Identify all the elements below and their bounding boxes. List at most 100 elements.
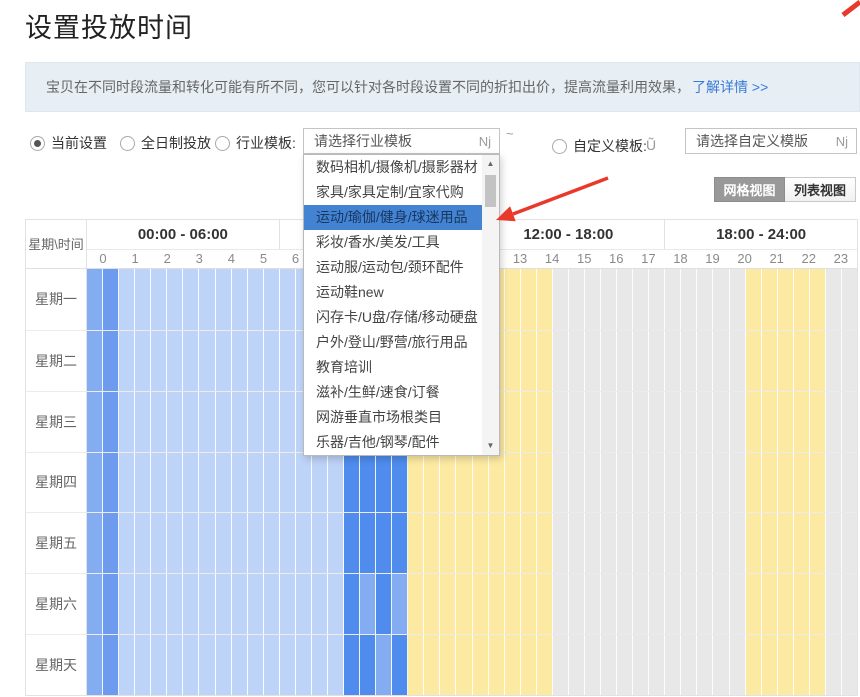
schedule-cell[interactable] (569, 574, 585, 634)
schedule-cell[interactable] (617, 574, 633, 634)
schedule-cell[interactable] (103, 269, 119, 330)
schedule-cell[interactable] (376, 453, 392, 513)
schedule-cell[interactable] (601, 513, 617, 573)
schedule-cell[interactable] (537, 574, 553, 634)
schedule-cell[interactable] (521, 574, 537, 634)
custom-template-select[interactable]: 请选择自定义模版 Nj (685, 128, 857, 154)
schedule-cell[interactable] (505, 453, 521, 513)
schedule-cell[interactable] (665, 392, 681, 452)
radio-icon[interactable] (552, 139, 567, 154)
schedule-cell[interactable] (713, 392, 729, 452)
schedule-cell[interactable] (681, 392, 697, 452)
schedule-cell[interactable] (216, 635, 232, 695)
schedule-cell[interactable] (135, 392, 151, 452)
schedule-cell[interactable] (633, 513, 649, 573)
schedule-cell[interactable] (633, 269, 649, 330)
schedule-cell[interactable] (633, 635, 649, 695)
schedule-cell[interactable] (440, 513, 456, 573)
dropdown-option[interactable]: 彩妆/香水/美发/工具 (304, 230, 482, 255)
schedule-cell[interactable] (312, 574, 328, 634)
dropdown-option[interactable]: 家具/家具定制/宜家代购 (304, 180, 482, 205)
scroll-down-icon[interactable]: ▼ (482, 437, 499, 455)
schedule-cell[interactable] (826, 269, 842, 330)
schedule-cell[interactable] (360, 574, 376, 634)
schedule-cell[interactable] (167, 574, 183, 634)
schedule-cell[interactable] (746, 453, 762, 513)
schedule-cell[interactable] (312, 513, 328, 573)
schedule-cell[interactable] (151, 392, 167, 452)
schedule-cell[interactable] (440, 453, 456, 513)
schedule-cell[interactable] (697, 513, 713, 573)
schedule-cell[interactable] (103, 574, 119, 634)
schedule-cell[interactable] (553, 392, 569, 452)
schedule-cell[interactable] (119, 269, 135, 330)
schedule-cell[interactable] (617, 269, 633, 330)
schedule-cell[interactable] (328, 574, 344, 634)
schedule-cell[interactable] (424, 635, 440, 695)
schedule-cell[interactable] (232, 574, 248, 634)
schedule-cell[interactable] (119, 331, 135, 391)
schedule-cell[interactable] (296, 635, 312, 695)
schedule-cell[interactable] (103, 635, 119, 695)
schedule-cell[interactable] (746, 331, 762, 391)
schedule-cell[interactable] (794, 574, 810, 634)
schedule-cell[interactable] (505, 635, 521, 695)
schedule-cell[interactable] (730, 453, 746, 513)
schedule-cell[interactable] (730, 269, 746, 330)
schedule-cell[interactable] (135, 635, 151, 695)
schedule-cell[interactable] (424, 513, 440, 573)
schedule-cell[interactable] (473, 513, 489, 573)
schedule-cell[interactable] (489, 513, 505, 573)
schedule-cell[interactable] (826, 513, 842, 573)
radio-icon[interactable] (120, 136, 135, 151)
schedule-cell[interactable] (826, 635, 842, 695)
schedule-cell[interactable] (392, 453, 408, 513)
schedule-cell[interactable] (826, 331, 842, 391)
schedule-cell[interactable] (730, 574, 746, 634)
schedule-cell[interactable] (183, 453, 199, 513)
schedule-cell[interactable] (553, 635, 569, 695)
schedule-cell[interactable] (232, 635, 248, 695)
schedule-cell[interactable] (569, 453, 585, 513)
schedule-cell[interactable] (617, 392, 633, 452)
schedule-cell[interactable] (264, 574, 280, 634)
schedule-cell[interactable] (167, 635, 183, 695)
schedule-cell[interactable] (681, 574, 697, 634)
schedule-cell[interactable] (151, 269, 167, 330)
schedule-cell[interactable] (87, 392, 103, 452)
schedule-cell[interactable] (681, 453, 697, 513)
schedule-cell[interactable] (216, 331, 232, 391)
schedule-cell[interactable] (778, 269, 794, 330)
schedule-cell[interactable] (344, 453, 360, 513)
schedule-cell[interactable] (248, 453, 264, 513)
schedule-cell[interactable] (601, 574, 617, 634)
schedule-cell[interactable] (280, 513, 296, 573)
schedule-cell[interactable] (569, 392, 585, 452)
schedule-cell[interactable] (794, 453, 810, 513)
schedule-cell[interactable] (360, 635, 376, 695)
schedule-cell[interactable] (151, 331, 167, 391)
schedule-cell[interactable] (119, 453, 135, 513)
schedule-cell[interactable] (585, 635, 601, 695)
schedule-cell[interactable] (633, 392, 649, 452)
schedule-cell[interactable] (585, 392, 601, 452)
schedule-cell[interactable] (199, 269, 215, 330)
list-view-button[interactable]: 列表视图 (785, 177, 856, 202)
schedule-cell[interactable] (151, 513, 167, 573)
schedule-cell[interactable] (440, 635, 456, 695)
radio-industry-template[interactable]: 行业模板: (215, 133, 296, 153)
schedule-cell[interactable] (119, 635, 135, 695)
schedule-cell[interactable] (681, 331, 697, 391)
schedule-cell[interactable] (697, 574, 713, 634)
schedule-cell[interactable] (135, 453, 151, 513)
schedule-cell[interactable] (489, 453, 505, 513)
schedule-cell[interactable] (778, 331, 794, 391)
schedule-cell[interactable] (730, 331, 746, 391)
schedule-cell[interactable] (746, 392, 762, 452)
schedule-cell[interactable] (585, 331, 601, 391)
schedule-cell[interactable] (713, 331, 729, 391)
schedule-cell[interactable] (87, 269, 103, 330)
schedule-cell[interactable] (842, 392, 857, 452)
schedule-cell[interactable] (713, 574, 729, 634)
schedule-cell[interactable] (360, 513, 376, 573)
